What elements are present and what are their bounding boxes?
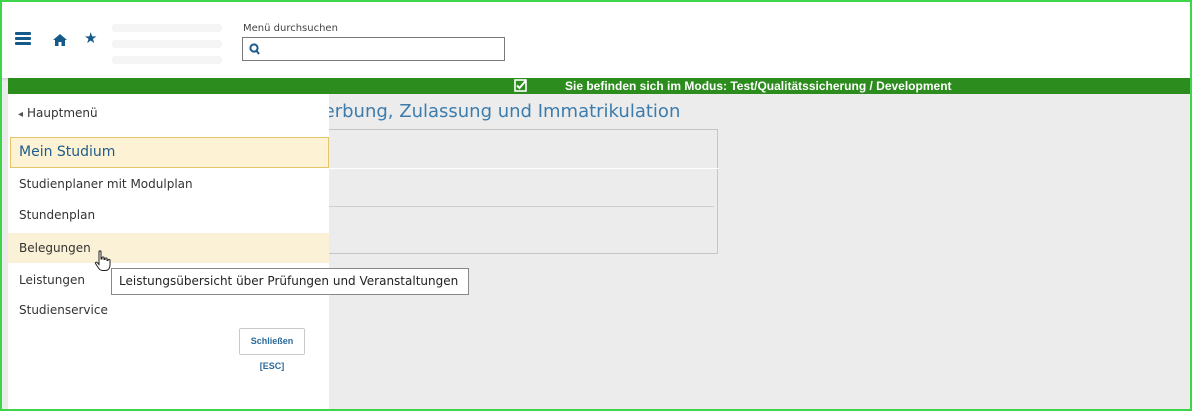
tooltip: Leistungsübersicht über Prüfungen und Ve… xyxy=(111,268,469,295)
favorites-star-icon[interactable]: ★ xyxy=(84,29,97,47)
top-header: ★ Menü durchsuchen xyxy=(0,0,1192,78)
home-icon[interactable] xyxy=(52,32,68,48)
content-panel xyxy=(313,129,719,254)
menu-item-belegungen[interactable]: Belegungen xyxy=(8,233,329,263)
hamburger-menu-icon[interactable] xyxy=(15,32,31,46)
checkbox-icon xyxy=(514,79,527,92)
menu-item-studienservice[interactable]: Studienservice xyxy=(8,300,329,320)
hand-pointer-cursor-icon xyxy=(94,250,111,271)
page-title: verbung, Zulassung und Immatrikulation xyxy=(313,101,681,122)
university-logo xyxy=(112,16,222,66)
chevron-left-icon: ◂ xyxy=(18,109,24,120)
search-label: Menü durchsuchen xyxy=(243,23,338,34)
menu-search-input[interactable] xyxy=(242,37,505,61)
mode-banner: Sie befinden sich im Modus: Test/Qualitä… xyxy=(8,78,1192,94)
close-menu-button[interactable]: Schließen [ESC] xyxy=(239,328,305,371)
back-link-label: Hauptmenü xyxy=(27,106,98,120)
menu-item-stundenplan[interactable]: Stundenplan xyxy=(8,205,329,225)
menu-item-studienplaner[interactable]: Studienplaner mit Modulplan xyxy=(8,174,329,194)
search-icon xyxy=(249,43,260,55)
back-to-main-menu-link[interactable]: ◂ Hauptmenü xyxy=(18,106,98,120)
mode-banner-text: Sie befinden sich im Modus: Test/Qualitä… xyxy=(565,79,952,93)
navigation-menu-panel: ◂ Hauptmenü Mein Studium Studienplaner mi… xyxy=(8,94,329,411)
menu-item-mein-studium[interactable]: Mein Studium xyxy=(10,137,329,168)
